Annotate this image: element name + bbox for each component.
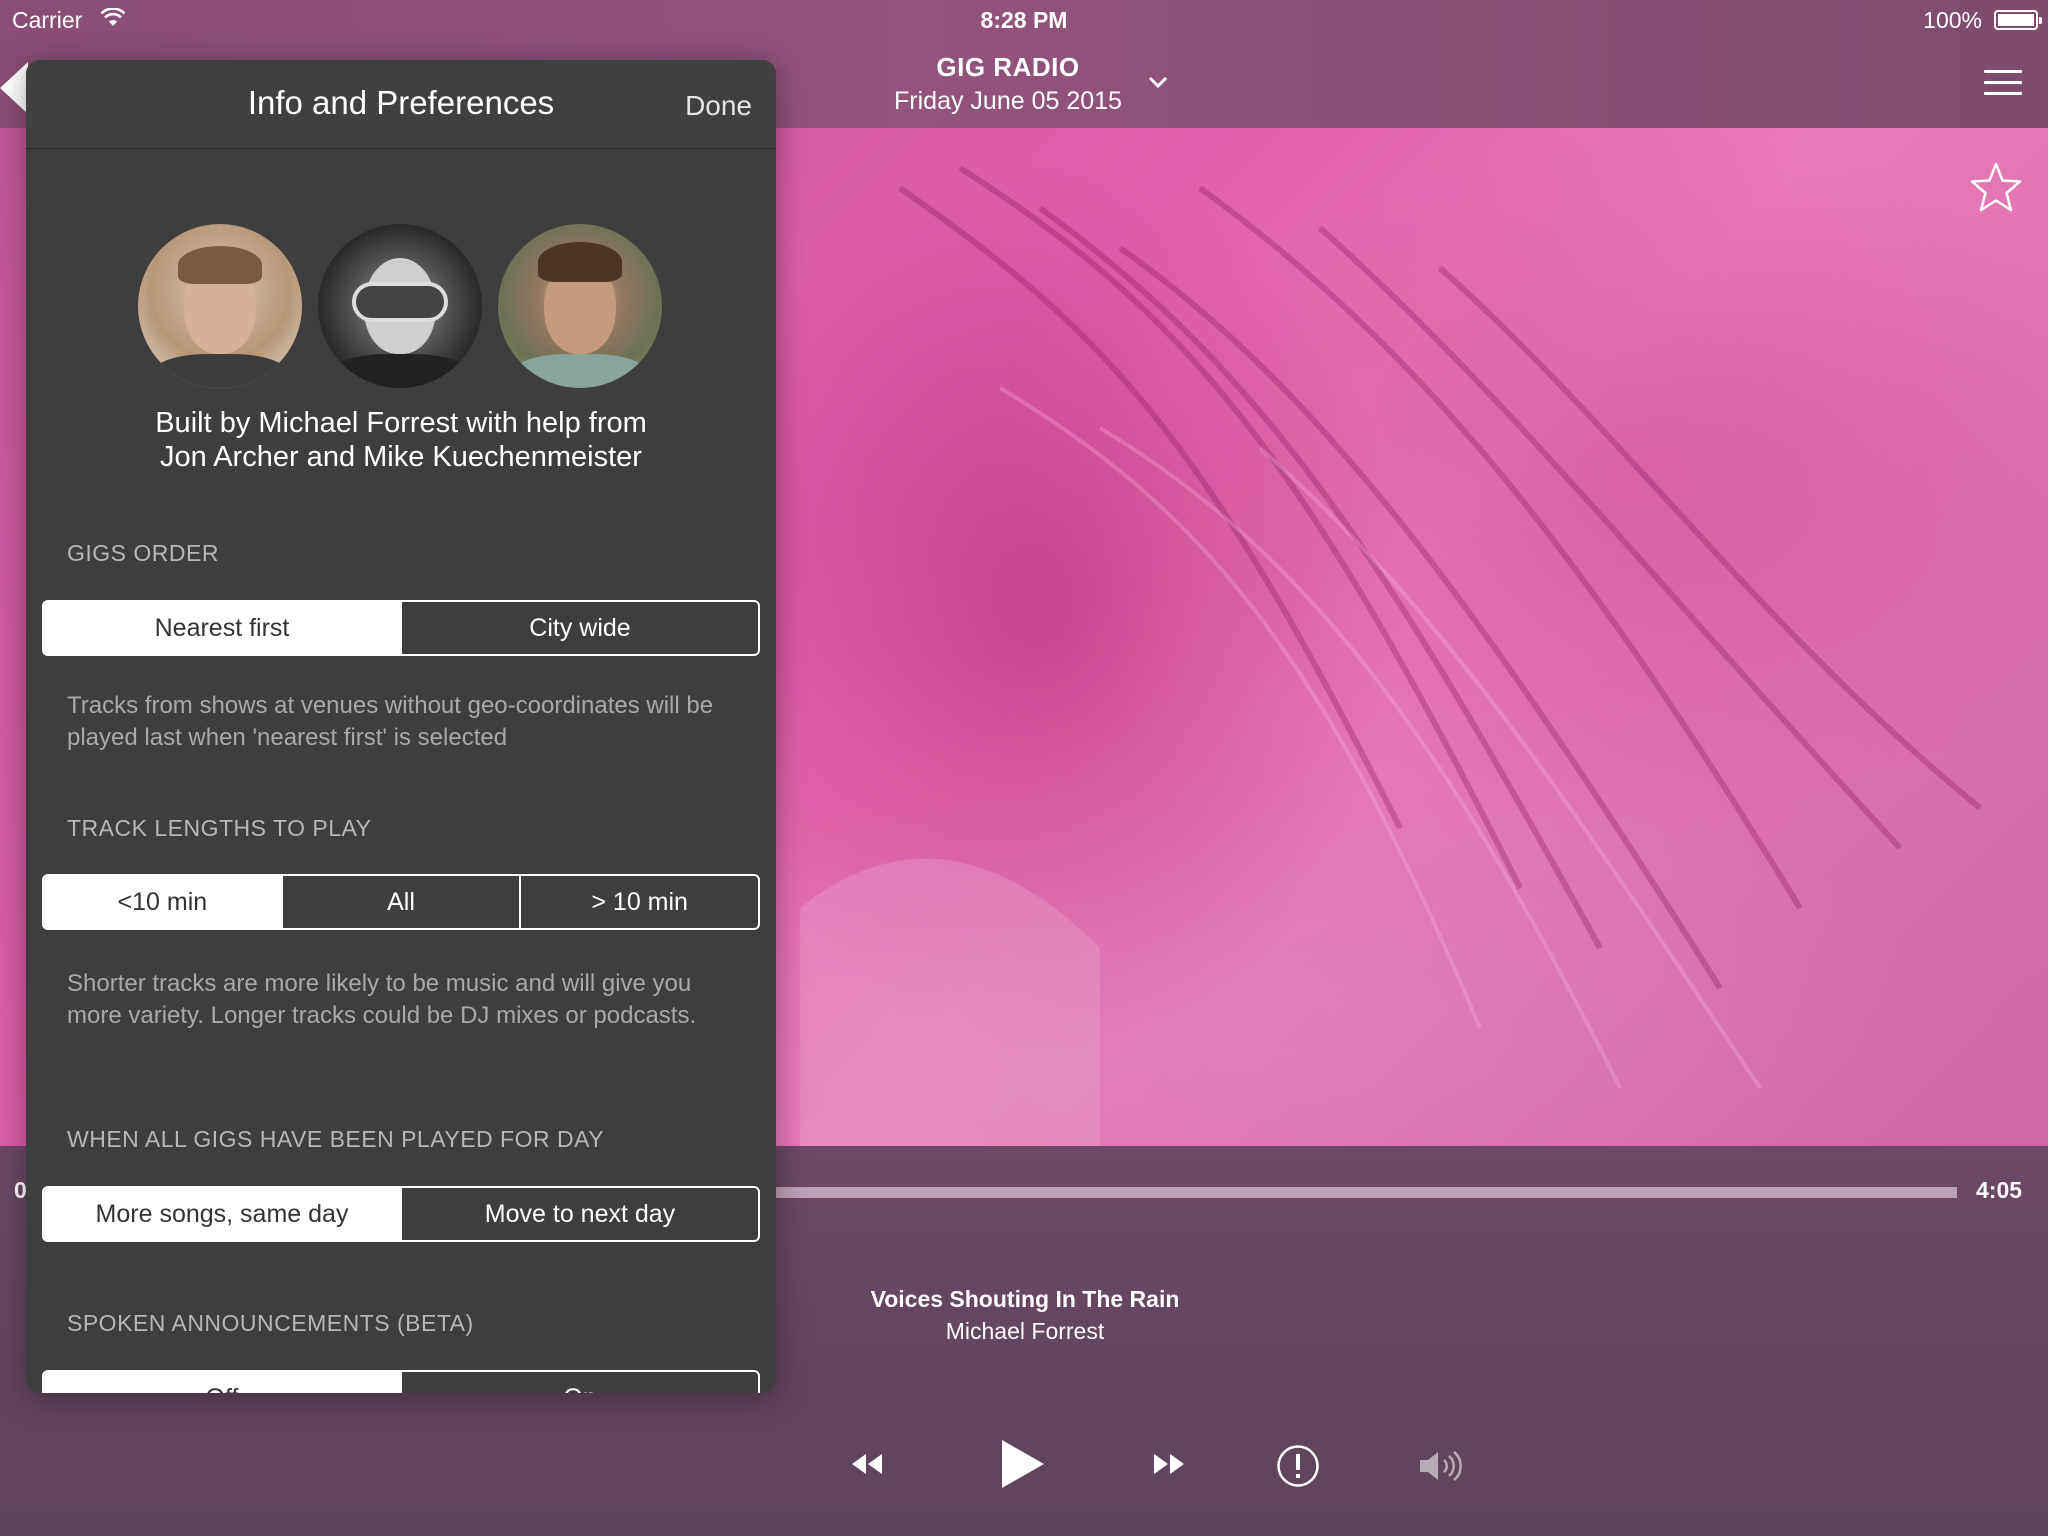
star-icon[interactable] <box>1968 160 2024 216</box>
spoken-segmented-control: Off On <box>42 1370 760 1393</box>
track-lengths-long[interactable]: > 10 min <box>519 876 758 928</box>
info-preferences-popover: Info and Preferences Done Built by Micha… <box>26 60 776 1393</box>
track-lengths-label: TRACK LENGTHS TO PLAY <box>67 815 372 841</box>
move-to-next-day[interactable]: Move to next day <box>400 1188 758 1240</box>
spoken-on[interactable]: On <box>400 1372 758 1393</box>
play-icon[interactable] <box>1000 1438 1046 1490</box>
when-all-played-label: WHEN ALL GIGS HAVE BEEN PLAYED FOR DAY <box>67 1126 605 1152</box>
elapsed-time: 0 <box>14 1177 27 1203</box>
fast-forward-icon[interactable] <box>1152 1452 1186 1476</box>
track-title: Voices Shouting In The Rain <box>870 1286 1180 1312</box>
track-lengths-all[interactable]: All <box>280 876 520 928</box>
spoken-announcements-label: SPOKEN ANNOUNCEMENTS (BETA) <box>67 1310 474 1336</box>
team-avatars <box>138 224 678 390</box>
track-artist: Michael Forrest <box>945 1318 1105 1344</box>
progress-bar[interactable] <box>776 1187 1957 1198</box>
gigs-order-nearest-first[interactable]: Nearest first <box>44 602 400 654</box>
track-lengths-help: Shorter tracks are more likely to be mus… <box>67 970 697 1029</box>
credits-line: Jon Archer and Mike Kuechenmeister <box>160 441 642 473</box>
back-arrow-icon[interactable] <box>0 62 28 114</box>
gigs-order-help: Tracks from shows at venues without geo-… <box>67 692 714 751</box>
chevron-down-icon[interactable] <box>1148 72 1168 92</box>
avatar <box>318 224 482 388</box>
battery-percent: 100% <box>1923 7 1982 33</box>
duration-time: 4:05 <box>1976 1177 2023 1203</box>
status-bar: Carrier 8:28 PM 100% <box>0 0 2048 40</box>
battery-icon <box>1994 10 2042 30</box>
clock: 8:28 PM <box>980 7 1068 33</box>
gigs-order-segmented-control: Nearest first City wide <box>42 600 760 656</box>
popover-header: Info and Preferences Done <box>26 60 776 149</box>
avatar <box>138 224 302 388</box>
spoken-off[interactable]: Off <box>44 1372 400 1393</box>
gigs-order-city-wide[interactable]: City wide <box>400 602 758 654</box>
credits-text: Built by Michael Forrest with help from … <box>26 406 776 474</box>
track-lengths-short[interactable]: <10 min <box>44 876 281 928</box>
volume-icon[interactable] <box>1418 1446 1466 1486</box>
when-all-played-segmented-control: More songs, same day Move to next day <box>42 1186 760 1242</box>
credits-line: Built by Michael Forrest with help from <box>155 407 647 439</box>
popover-title: Info and Preferences <box>247 84 555 121</box>
hamburger-menu-icon[interactable] <box>1984 70 2022 98</box>
rewind-icon[interactable] <box>850 1452 884 1476</box>
done-button[interactable]: Done <box>685 90 752 122</box>
info-icon[interactable] <box>1276 1444 1320 1488</box>
gigs-order-label: GIGS ORDER <box>67 540 219 566</box>
track-lengths-segmented-control: <10 min All > 10 min <box>42 874 760 930</box>
more-songs-same-day[interactable]: More songs, same day <box>44 1188 400 1240</box>
avatar <box>498 224 662 388</box>
